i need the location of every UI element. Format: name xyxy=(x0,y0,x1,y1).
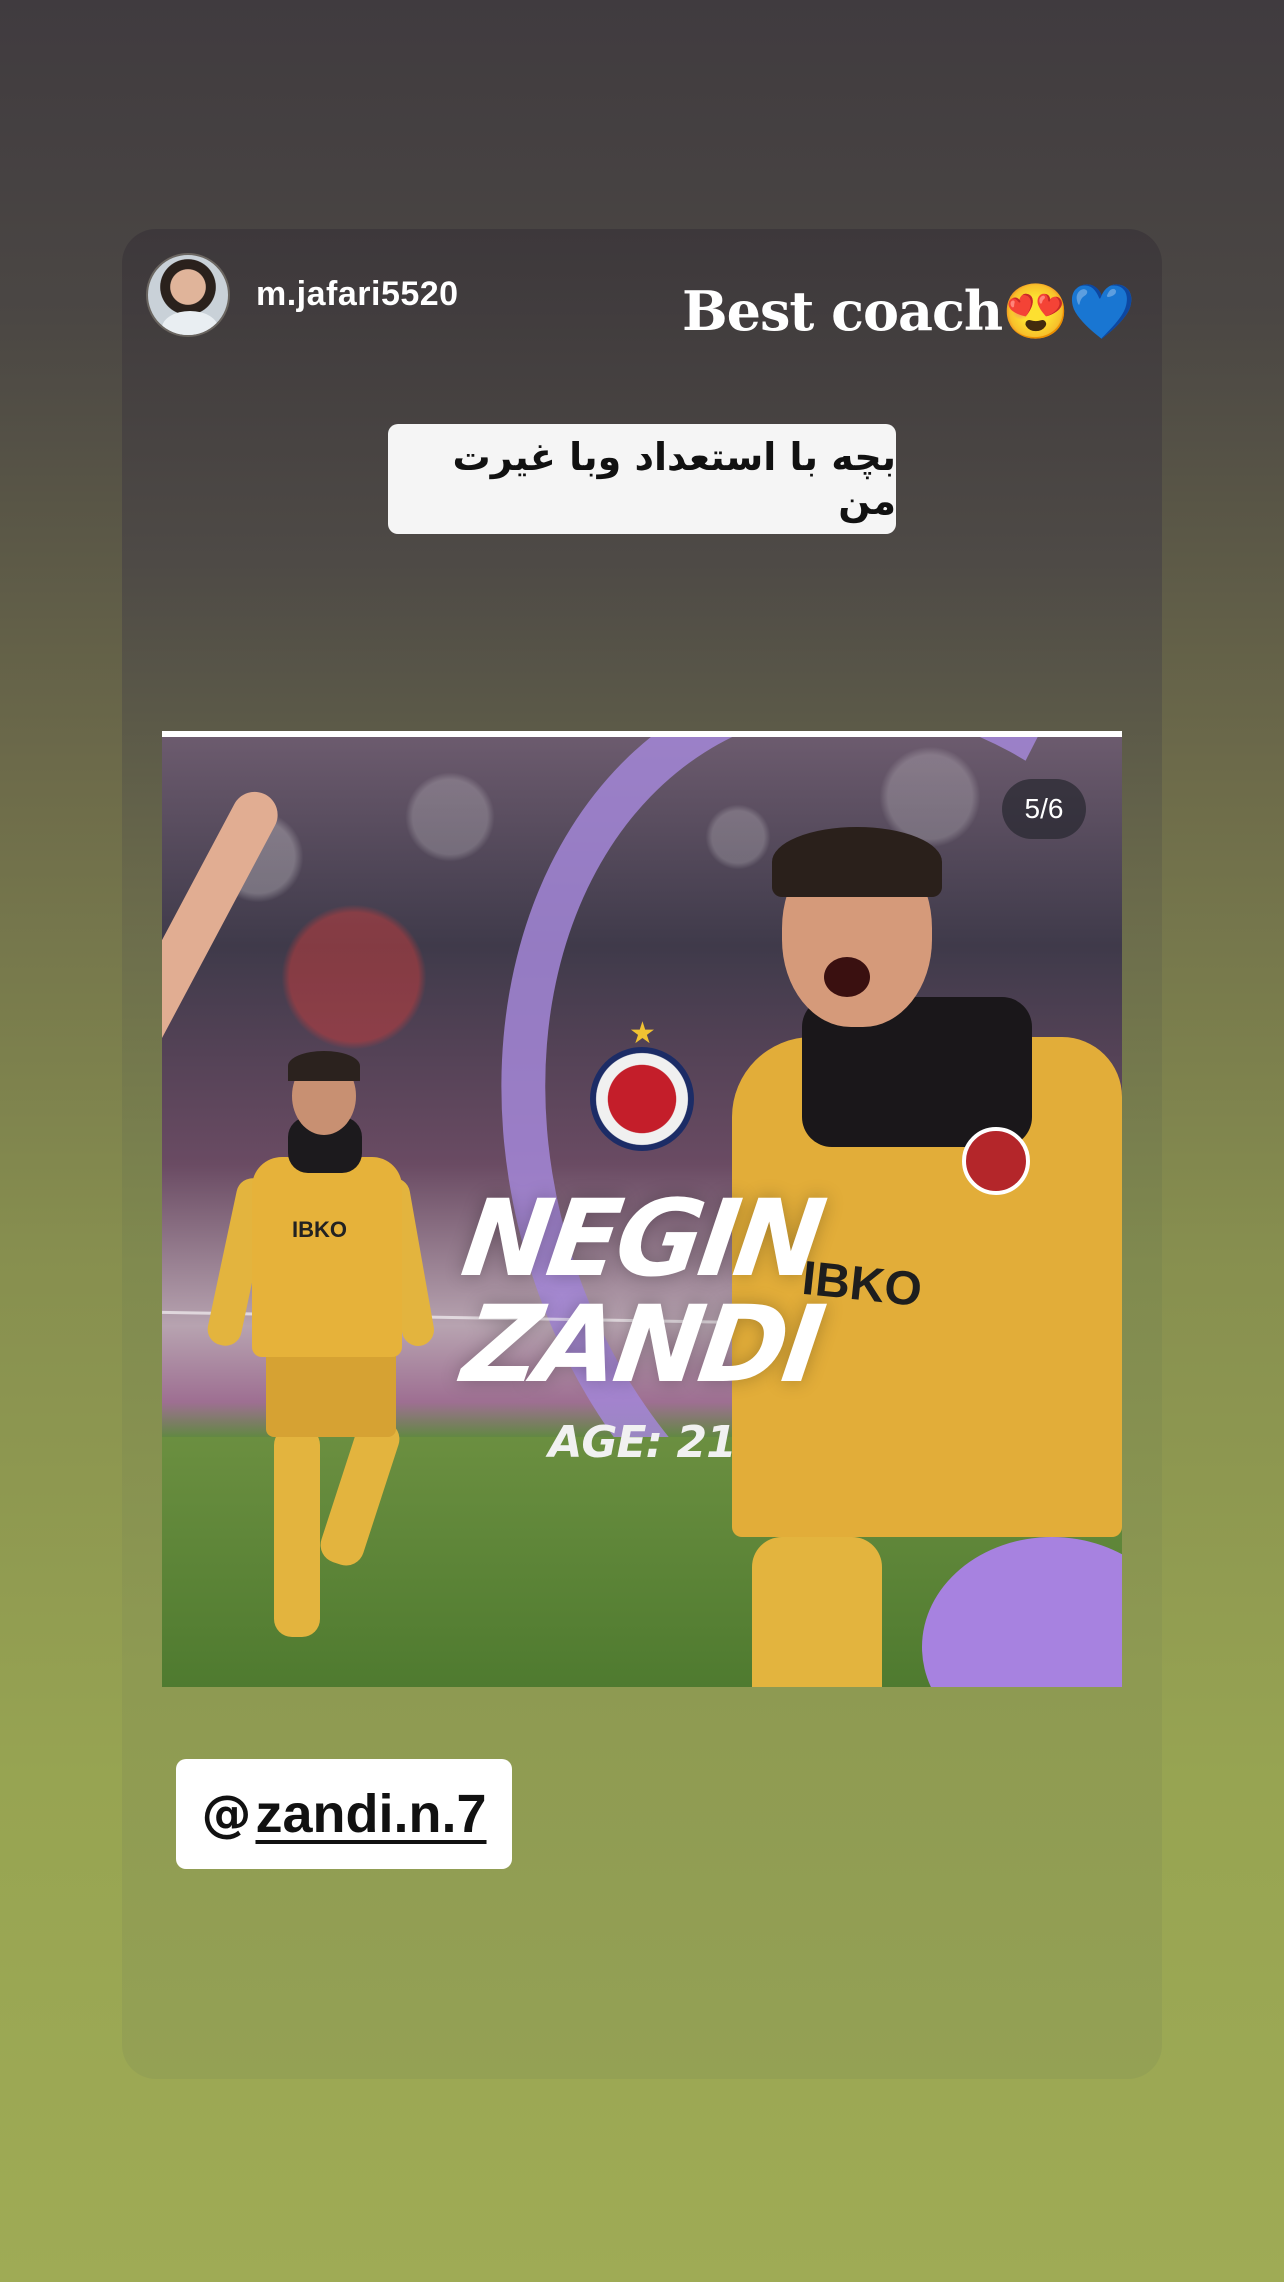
mention-sticker[interactable]: @ zandi.n.7 xyxy=(176,1759,512,1869)
club-logo-icon xyxy=(590,1047,694,1151)
player-last-name: ZANDI xyxy=(455,1283,829,1406)
username[interactable]: m.jafari5520 xyxy=(256,275,459,314)
raised-arm-graphic xyxy=(162,737,272,1057)
carousel-counter: 5/6 xyxy=(1002,779,1086,839)
caption-text: Best coach😍💙 xyxy=(682,279,1136,343)
story-card: m.jafari5520 Best coach😍💙 بچه با استعداد… xyxy=(122,229,1162,2079)
threads-icon: @ xyxy=(201,1785,252,1843)
question-sticker: بچه با استعداد وبا غیرت من xyxy=(388,424,896,534)
player-age: AGE: 21 xyxy=(548,1417,736,1468)
user-avatar[interactable] xyxy=(146,253,230,337)
star-icon: ★ xyxy=(629,1017,656,1050)
mention-handle: zandi.n.7 xyxy=(255,1784,487,1844)
player-first-name: NEGIN xyxy=(455,1177,829,1300)
shared-post-image[interactable]: IBKO IBKO ★ NEGIN ZANDI AGE: 21 5/6 xyxy=(162,731,1122,1687)
